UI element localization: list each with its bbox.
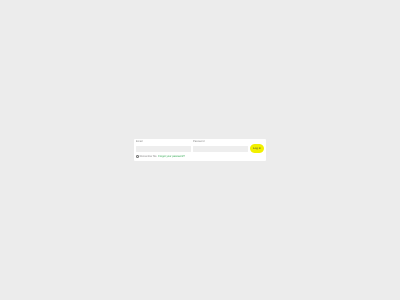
login-button[interactable]: Log in — [250, 144, 264, 153]
remember-me-checkbox[interactable] — [136, 155, 139, 158]
email-label: Email — [136, 140, 143, 143]
page-background: Email Password Log in Remember Me Forgot… — [0, 0, 400, 300]
email-input[interactable] — [136, 145, 191, 152]
login-form: Email Password Log in Remember Me Forgot… — [134, 139, 266, 161]
password-label: Password — [193, 140, 205, 143]
remember-me-label[interactable]: Remember Me — [140, 155, 157, 158]
remember-row: Remember Me Forgot your password? — [136, 155, 185, 159]
forgot-password-link[interactable]: Forgot your password? — [158, 155, 185, 158]
password-input[interactable] — [193, 145, 248, 152]
